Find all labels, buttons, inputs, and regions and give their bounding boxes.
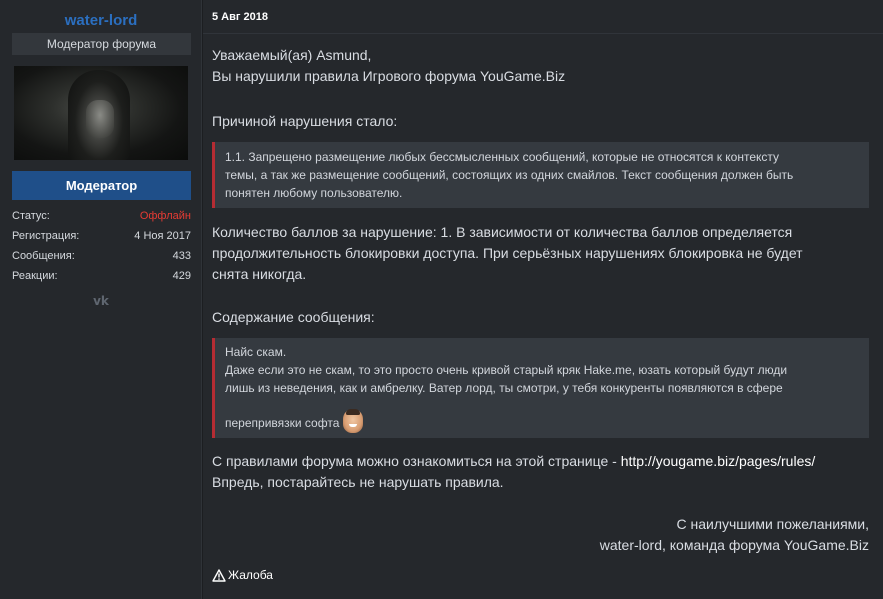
stat-value-reactions: 429	[172, 270, 191, 282]
user-title: Модератор форума	[12, 33, 191, 55]
points-line-1: Количество баллов за нарушение: 1. В зав…	[212, 224, 793, 240]
signature-line-1: С наилучшими пожеланиями,	[676, 516, 869, 532]
content-heading: Содержание сообщения:	[212, 309, 375, 325]
stat-label: Реакции:	[12, 270, 58, 282]
rule-quote: 1.1. Запрещено размещение любых бессмысл…	[212, 142, 869, 208]
closing-line: Впредь, постарайтесь не нарушать правила…	[212, 474, 504, 490]
signature-line-2: water-lord, команда форума YouGame.Biz	[599, 537, 869, 553]
message-quote-line: Даже если это не скам, то это просто оче…	[225, 363, 788, 377]
stat-value-registration: 4 Ноя 2017	[134, 230, 191, 242]
user-stats: Статус: Оффлайн Регистрация: 4 Ноя 2017 …	[12, 206, 191, 286]
stat-label: Регистрация:	[12, 230, 80, 242]
reason-heading: Причиной нарушения стало:	[212, 113, 398, 129]
message-quote-line: лишь из неведения, как и амбрелку. Ватер…	[225, 381, 783, 395]
post-divider	[203, 33, 883, 34]
rule-quote-line: темы, а так же размещение сообщений, сос…	[225, 168, 794, 182]
role-badge: Модератор	[12, 171, 191, 200]
stat-row-registration: Регистрация: 4 Ноя 2017	[12, 226, 191, 246]
greeting-line-1: Уважаемый(ая) Asmund,	[212, 47, 372, 63]
avatar[interactable]	[14, 66, 188, 160]
message-quote-line: Найс скам.	[225, 345, 287, 359]
stat-value-status: Оффлайн	[139, 210, 191, 222]
message-quote: Найс скам. Даже если это не скам, то это…	[212, 338, 869, 438]
stat-row-status: Статус: Оффлайн	[12, 206, 191, 226]
message-quote-line: перепривязки софта	[225, 416, 340, 430]
report-label: Жалоба	[228, 568, 273, 582]
stat-row-reactions: Реакции: 429	[12, 266, 191, 286]
vk-icon[interactable]: vk	[90, 294, 112, 308]
rules-text: С правилами форума можно ознакомиться на…	[212, 453, 621, 469]
warning-icon	[212, 568, 226, 582]
stat-row-messages: Сообщения: 433	[12, 246, 191, 266]
post-content: 5 Авг 2018 Уважаемый(ая) Asmund, Вы нару…	[203, 0, 883, 599]
stat-label: Сообщения:	[12, 250, 75, 262]
rules-line: С правилами форума можно ознакомиться на…	[212, 451, 815, 472]
username-link[interactable]: water-lord	[12, 12, 190, 29]
user-sidebar: water-lord Модератор форума Модератор Ст…	[0, 0, 202, 599]
stat-value-messages: 433	[172, 250, 191, 262]
points-line-3: снята никогда.	[212, 266, 307, 282]
stat-label: Статус:	[12, 210, 50, 222]
smiley-face-icon	[342, 409, 363, 433]
rules-link[interactable]: http://yougame.biz/pages/rules/	[621, 453, 816, 469]
points-line-2: продолжительность блокировки доступа. Пр…	[212, 245, 803, 261]
rule-quote-line: 1.1. Запрещено размещение любых бессмысл…	[225, 150, 780, 164]
message-quote-last-line: перепривязки софта	[225, 409, 859, 433]
report-button[interactable]: Жалоба	[212, 568, 273, 582]
avatar-face-shape	[86, 100, 114, 138]
rule-quote-line: понятен любому пользователю.	[225, 186, 403, 200]
post-date[interactable]: 5 Авг 2018	[212, 11, 268, 23]
greeting-line-2: Вы нарушили правила Игрового форума YouG…	[212, 68, 566, 84]
